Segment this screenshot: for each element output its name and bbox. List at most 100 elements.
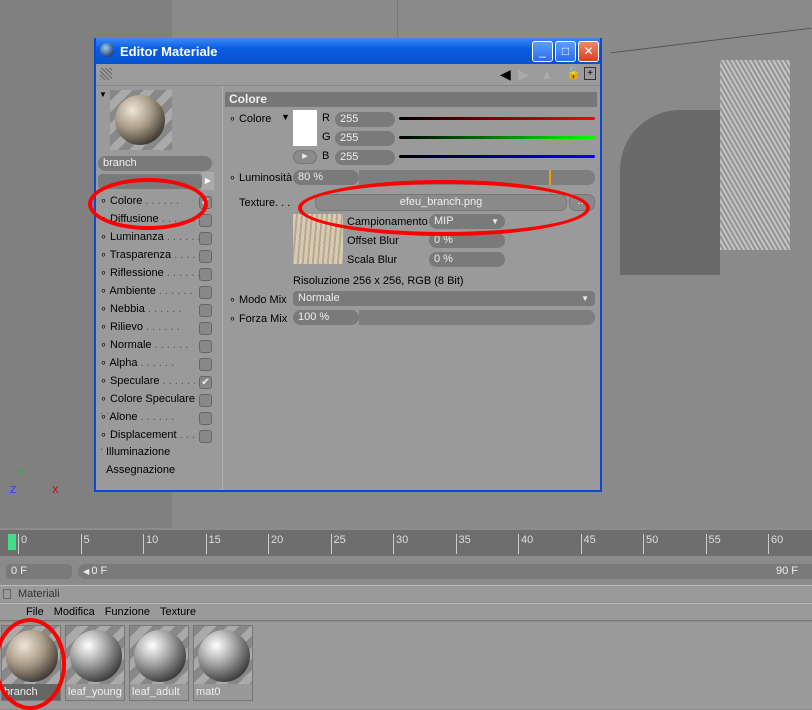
mix-strength-slider[interactable] (359, 310, 595, 325)
material-name-field[interactable]: branch (98, 156, 212, 171)
channel-item[interactable]: ∘ Speculare . . . . . . ✔ (100, 374, 212, 392)
channel-checkbox[interactable] (199, 286, 212, 299)
time-range-slider[interactable]: ◀ 0 F 90 F (78, 564, 812, 579)
material-editor-window[interactable]: Editor Materiale _ □ ✕ ◀ ▶ ▲ 🔓 + ▼ branc… (94, 38, 602, 492)
g-slider[interactable] (399, 136, 595, 139)
channel-item[interactable]: ∘ Trasparenza . . . . . . (100, 248, 212, 266)
y-axis-line (397, 0, 398, 40)
channel-item[interactable]: ∘ Alpha . . . . . . (100, 356, 212, 374)
timeline-playhead[interactable] (8, 534, 16, 550)
materials-menu-bar: File Modifica Funzione Texture (0, 603, 812, 621)
forward-arrow-icon[interactable]: ▶ (518, 66, 529, 83)
grip-icon[interactable] (100, 68, 112, 80)
panel-toggle-icon[interactable] (3, 589, 11, 599)
r-slider[interactable] (399, 117, 595, 120)
color-menu-arrow-icon[interactable]: ▼ (281, 112, 290, 122)
bullet-icon: ∘ (100, 357, 110, 369)
material-name: leaf_young (66, 684, 124, 700)
channel-label: Illuminazione (106, 446, 171, 458)
g-input[interactable]: 255 (335, 131, 395, 146)
scroll-right-arrow-icon[interactable]: ▶ (202, 172, 214, 190)
material-preview (110, 90, 172, 150)
luminosity-slider-handle[interactable] (549, 170, 551, 185)
channel-item[interactable]: ∘ Nebbia . . . . . . (100, 302, 212, 320)
texture-resolution: Risoluzione 256 x 256, RGB (8 Bit) (293, 275, 464, 287)
close-button[interactable]: ✕ (578, 41, 599, 62)
highlight-ellipse (88, 178, 208, 230)
channel-label: Speculare (109, 375, 160, 387)
r-input[interactable]: 255 (335, 112, 395, 127)
channel-item[interactable]: ∘ Riflessione . . . . . . (100, 266, 212, 284)
b-input[interactable]: 255 (335, 150, 395, 165)
channel-item[interactable]: Illuminazione (100, 446, 212, 464)
grid-line (610, 27, 812, 54)
channel-checkbox[interactable] (199, 394, 212, 407)
menu-item[interactable]: Funzione (105, 606, 150, 618)
maximize-button[interactable]: □ (555, 41, 576, 62)
g-label: G (322, 131, 331, 143)
bullet-icon: ∘ (100, 285, 110, 297)
color-picker-button[interactable]: ▶ (293, 150, 317, 164)
channel-panel: ▼ branch ▶ ∘ Colore . . . . . . ✔ ∘ Diffus… (96, 86, 218, 490)
channel-checkbox[interactable] (199, 268, 212, 281)
channel-checkbox[interactable] (199, 412, 212, 425)
material-thumbnail[interactable]: leaf_adult (129, 625, 189, 701)
channel-checkbox[interactable] (199, 430, 212, 443)
channel-item[interactable]: ∘ Normale . . . . . . (100, 338, 212, 356)
channel-item[interactable]: ∘ Colore Speculare . . . . . . (100, 392, 212, 417)
material-thumbnail[interactable]: mat0 (193, 625, 253, 701)
materials-panel-header: Materiali (0, 585, 812, 602)
bullet-icon: ∘ (100, 249, 110, 261)
axis-z-label: Z (10, 485, 17, 496)
up-arrow-icon[interactable]: ▲ (540, 66, 554, 82)
mix-mode-label-text: Modo Mix (238, 294, 287, 306)
channel-item[interactable]: ∘ Displacement . . . . . . (100, 428, 212, 453)
editor-toolbar: ◀ ▶ ▲ 🔓 + (96, 64, 600, 86)
mix-strength-input[interactable]: 100 % (293, 310, 359, 325)
material-thumbnail[interactable]: leaf_young (65, 625, 125, 701)
menu-item[interactable]: Texture (160, 606, 196, 618)
channel-label: Displacement (109, 429, 177, 441)
channel-item[interactable]: ∘ Alone . . . . . . (100, 410, 212, 428)
window-title-bar[interactable]: Editor Materiale (96, 38, 600, 64)
bullet-icon: ∘ (100, 321, 110, 333)
back-arrow-icon[interactable]: ◀ (500, 66, 511, 83)
color-swatch[interactable] (293, 110, 317, 146)
channel-checkbox[interactable]: ✔ (199, 376, 212, 389)
current-frame-input[interactable]: 0 F (6, 564, 72, 579)
timeline-tick-label: 0 (18, 534, 27, 554)
minimize-button[interactable]: _ (532, 41, 553, 62)
luminosity-input[interactable]: 80 % (293, 170, 359, 185)
channel-checkbox[interactable] (199, 232, 212, 245)
b-slider[interactable] (399, 155, 595, 158)
lock-icon[interactable]: 🔓 (566, 66, 581, 80)
channel-item[interactable]: ∘ Ambiente . . . . . . (100, 284, 212, 302)
mix-mode-dropdown[interactable]: Normale ▼ (293, 291, 595, 306)
dropdown-arrow-icon: ▼ (581, 294, 589, 303)
channel-checkbox[interactable] (199, 250, 212, 263)
axis-y-label: Y (18, 468, 25, 479)
highlight-ellipse (298, 180, 590, 236)
timeline-tick-label: 45 (580, 534, 596, 554)
channel-label: Ambiente (109, 285, 156, 297)
channel-item[interactable]: ∘ Luminanza . . . . . . (100, 230, 212, 248)
r-label: R (322, 112, 330, 124)
channel-item[interactable]: Assegnazione (100, 464, 212, 482)
timeline-ruler[interactable]: 0 5 10 15 20 25 30 35 40 45 50 55 60 (0, 530, 812, 556)
channel-label: Rilievo (109, 321, 143, 333)
channel-label: Trasparenza (109, 249, 172, 261)
mix-strength-label-text: Forza Mix (238, 313, 288, 325)
channel-checkbox[interactable] (199, 322, 212, 335)
channel-checkbox[interactable] (199, 358, 212, 371)
preview-menu-arrow-icon[interactable]: ▼ (99, 90, 107, 99)
color-label: ∘ Colore (229, 113, 272, 125)
channel-checkbox[interactable] (199, 304, 212, 317)
channel-item[interactable]: ∘ Rilievo . . . . . . (100, 320, 212, 338)
material-sphere (198, 630, 250, 682)
timeline-tick-label: 50 (643, 534, 658, 554)
channel-checkbox[interactable] (199, 340, 212, 353)
new-window-icon[interactable]: + (584, 67, 596, 80)
menu-item[interactable]: File (26, 606, 44, 618)
menu-item[interactable]: Modifica (54, 606, 95, 618)
scale-blur-input[interactable]: 0 % (429, 252, 505, 267)
